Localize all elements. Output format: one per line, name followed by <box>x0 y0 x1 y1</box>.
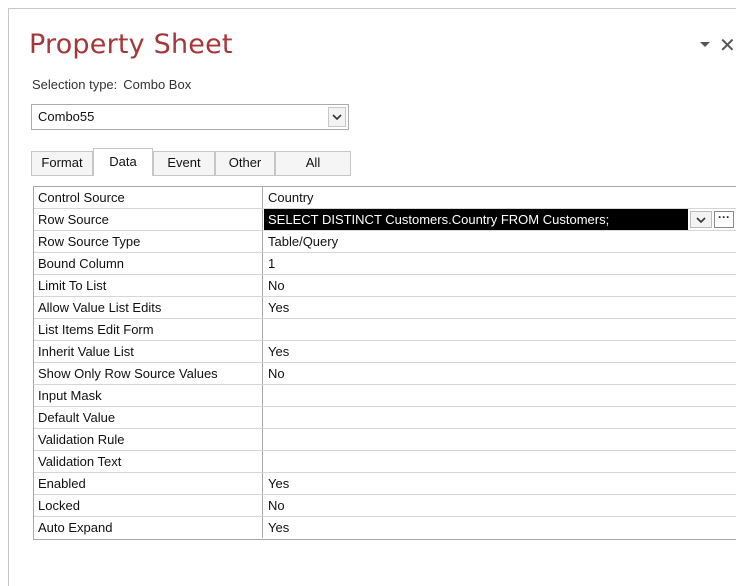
property-value[interactable]: No <box>264 495 736 516</box>
property-name: Enabled <box>34 473 263 494</box>
property-row-inherit-value-list[interactable]: Inherit Value List Yes <box>34 341 736 363</box>
property-row-auto-expand[interactable]: Auto Expand Yes <box>34 517 736 539</box>
property-value[interactable]: No <box>264 363 736 384</box>
property-name: Validation Text <box>34 451 263 472</box>
property-row-validation-rule[interactable]: Validation Rule <box>34 429 736 451</box>
chevron-down-icon <box>332 114 342 121</box>
close-icon[interactable]: ✕ <box>719 36 736 56</box>
object-selector-value: Combo55 <box>38 109 95 124</box>
property-row-control-source[interactable]: Control Source Country <box>34 187 736 209</box>
property-value[interactable]: No <box>264 275 736 296</box>
property-row-validation-text[interactable]: Validation Text <box>34 451 736 473</box>
property-value[interactable]: Yes <box>264 517 736 538</box>
property-name: Allow Value List Edits <box>34 297 263 318</box>
property-name: Control Source <box>34 187 263 208</box>
property-value[interactable] <box>264 429 736 450</box>
property-value[interactable]: Yes <box>264 341 736 362</box>
chevron-down-icon <box>696 217 706 224</box>
property-value[interactable]: Table/Query <box>264 231 736 252</box>
property-value[interactable] <box>264 319 736 340</box>
property-name: Show Only Row Source Values <box>34 363 263 384</box>
property-row-list-items-edit-form[interactable]: List Items Edit Form <box>34 319 736 341</box>
property-row-bound-column[interactable]: Bound Column 1 <box>34 253 736 275</box>
property-row-row-source[interactable]: Row Source SELECT DISTINCT Customers.Cou… <box>34 209 736 231</box>
property-value[interactable]: Yes <box>264 473 736 494</box>
property-row-limit-to-list[interactable]: Limit To List No <box>34 275 736 297</box>
property-name: Row Source <box>34 209 263 230</box>
property-name: Limit To List <box>34 275 263 296</box>
selection-type-value: Combo Box <box>123 77 192 92</box>
tab-data[interactable]: Data <box>93 148 153 176</box>
property-name: List Items Edit Form <box>34 319 263 340</box>
property-value[interactable] <box>264 385 736 406</box>
property-value[interactable] <box>264 451 736 472</box>
property-row-input-mask[interactable]: Input Mask <box>34 385 736 407</box>
pane-options-chevron-icon[interactable] <box>699 39 711 51</box>
property-value[interactable]: Country <box>264 187 736 208</box>
object-selector-dropdown-button[interactable] <box>328 107 346 127</box>
property-name: Row Source Type <box>34 231 263 252</box>
tab-format[interactable]: Format <box>31 151 93 175</box>
property-name: Validation Rule <box>34 429 263 450</box>
property-name: Default Value <box>34 407 263 428</box>
row-source-dropdown-button[interactable] <box>690 211 712 228</box>
property-grid: Control Source Country Row Source SELECT… <box>33 186 736 540</box>
property-row-row-source-type[interactable]: Row Source Type Table/Query <box>34 231 736 253</box>
property-name: Inherit Value List <box>34 341 263 362</box>
property-name: Input Mask <box>34 385 263 406</box>
builder-button[interactable]: ··· <box>714 211 734 228</box>
selection-type-label: Selection type: <box>32 77 118 92</box>
property-row-default-value[interactable]: Default Value <box>34 407 736 429</box>
property-row-allow-value-list-edits[interactable]: Allow Value List Edits Yes <box>34 297 736 319</box>
selection-type: Selection type: Combo Box <box>32 77 191 92</box>
tab-all[interactable]: All <box>275 151 351 175</box>
tab-other[interactable]: Other <box>215 151 275 175</box>
tab-event[interactable]: Event <box>153 151 215 175</box>
property-sheet-pane: Property Sheet ✕ Selection type: Combo Bo… <box>8 8 736 586</box>
object-selector-combo[interactable]: Combo55 <box>31 104 349 130</box>
property-name: Bound Column <box>34 253 263 274</box>
property-row-show-only-row-source-values[interactable]: Show Only Row Source Values No <box>34 363 736 385</box>
property-value[interactable] <box>264 407 736 428</box>
property-row-locked[interactable]: Locked No <box>34 495 736 517</box>
row-source-input[interactable]: SELECT DISTINCT Customers.Country FROM C… <box>264 209 688 230</box>
property-row-enabled[interactable]: Enabled Yes <box>34 473 736 495</box>
property-name: Locked <box>34 495 263 516</box>
property-name: Auto Expand <box>34 517 263 538</box>
tab-divider <box>31 175 351 176</box>
pane-title: Property Sheet <box>29 29 233 60</box>
property-value[interactable]: Yes <box>264 297 736 318</box>
property-value[interactable]: 1 <box>264 253 736 274</box>
